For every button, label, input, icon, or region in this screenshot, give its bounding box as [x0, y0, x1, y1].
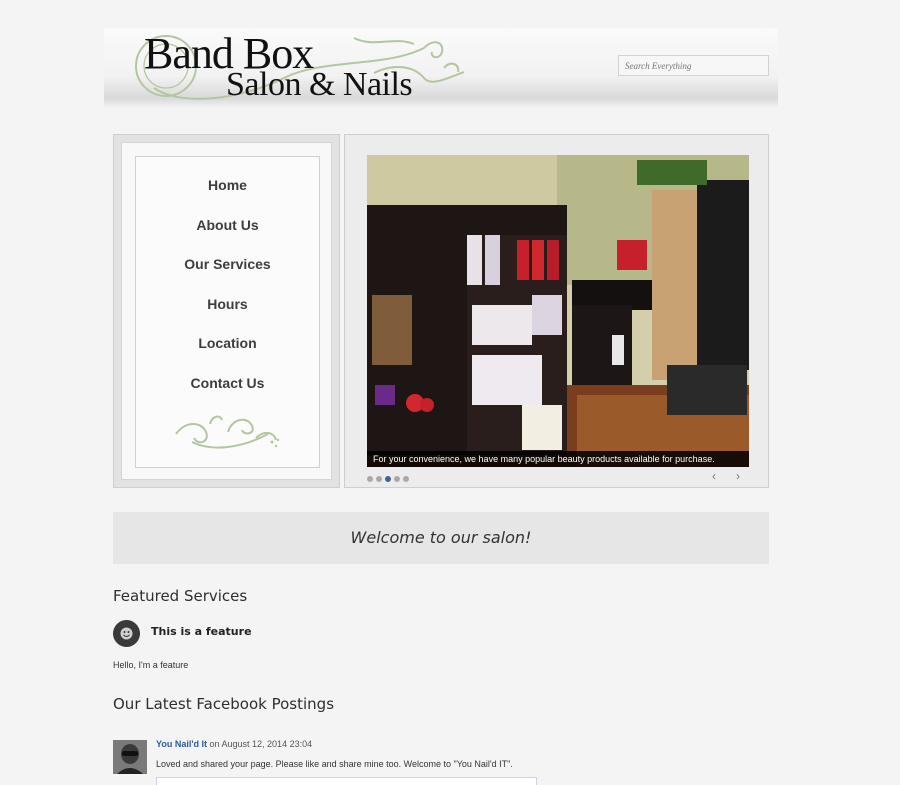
slider-dot-5[interactable] [403, 476, 409, 482]
fb-post-text: Loved and shared your page. Please like … [156, 759, 513, 769]
site-logo[interactable]: Band Box Salon & Nails [124, 28, 474, 108]
flourish-ornament-icon [175, 415, 280, 449]
fb-avatar[interactable] [113, 740, 147, 774]
slide-image[interactable]: For your convenience, we have many popul… [367, 155, 749, 467]
site-header: Band Box Salon & Nails [104, 28, 778, 108]
fb-post-meta: You Nail'd It on August 12, 2014 23:04 [156, 739, 312, 749]
logo-subtitle: Salon & Nails [226, 66, 413, 103]
nav-item-contact-us[interactable]: Contact Us [136, 371, 319, 411]
search-input[interactable] [618, 55, 769, 76]
fb-shared-preview[interactable] [156, 777, 537, 785]
welcome-banner: Welcome to our salon! [113, 512, 769, 564]
nav-item-our-services[interactable]: Our Services [136, 252, 319, 292]
nav-item-about-us[interactable]: About Us [136, 213, 319, 253]
fb-post-author-link[interactable]: You Nail'd It [156, 739, 207, 749]
nav-inner-frame: Home About Us Our Services Hours Locatio… [135, 156, 320, 468]
featured-services-heading: Featured Services [113, 587, 248, 605]
fb-post-date: on August 12, 2014 23:04 [209, 739, 313, 749]
image-slider: For your convenience, we have many popul… [344, 134, 769, 488]
salon-photo [367, 155, 749, 467]
feature-title: This is a feature [151, 625, 252, 638]
main-menu: Home About Us Our Services Hours Locatio… [136, 173, 319, 411]
slider-dot-2[interactable] [376, 476, 382, 482]
smiley-icon [113, 620, 140, 647]
slider-dot-3[interactable] [385, 476, 391, 482]
slider-next-icon[interactable]: › [731, 468, 745, 484]
slider-dot-1[interactable] [367, 476, 373, 482]
nav-item-location[interactable]: Location [136, 331, 319, 371]
slider-pagination [367, 476, 409, 482]
nav-frame: Home About Us Our Services Hours Locatio… [121, 142, 332, 480]
slider-prev-icon[interactable]: ‹ [707, 468, 721, 484]
slider-dot-4[interactable] [394, 476, 400, 482]
facebook-heading: Our Latest Facebook Postings [113, 695, 335, 713]
slide-caption: For your convenience, we have many popul… [367, 451, 749, 467]
nav-panel: Home About Us Our Services Hours Locatio… [113, 134, 340, 488]
nav-item-hours[interactable]: Hours [136, 292, 319, 332]
feature-description: Hello, I'm a feature [113, 660, 189, 670]
nav-item-home[interactable]: Home [136, 173, 319, 213]
